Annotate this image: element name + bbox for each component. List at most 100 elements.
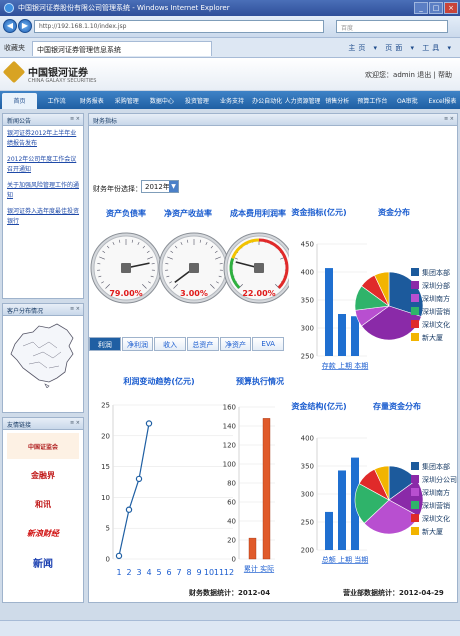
pie-legend-label: 深圳文化 (422, 320, 450, 329)
address-bar: ◀ ▶ http://192.168.1.10/index.jsp 百度 (0, 16, 460, 38)
pie-legend-swatch (411, 488, 419, 496)
nav-item[interactable]: 业务支持 (214, 91, 249, 109)
map-panel-title: 客户分布情况 (7, 308, 44, 315)
link-news[interactable]: 新闻 (7, 549, 79, 575)
ie-icon (4, 3, 14, 13)
link-hexun[interactable]: 和讯 (7, 491, 79, 517)
nav-item[interactable]: 数据中心 (144, 91, 179, 109)
budget-chart-tick-label: 0 (232, 556, 236, 564)
budget-bar (262, 418, 271, 560)
links-panel-title: 友情链接 (7, 422, 32, 429)
funds-chart-tick-label: 250 (301, 353, 314, 361)
news-item[interactable]: 银河证券入选年度最佳投资银行 (3, 204, 83, 230)
company-name: 中国银河证券 (28, 68, 88, 79)
funds-chart-tick-label: 300 (301, 491, 314, 499)
line-chart-tick-label: 25 (101, 402, 110, 410)
links-panel: 友情链接 ≡ × 中国证监会 金融界 和讯 新浪财经 新闻 (2, 417, 84, 603)
pie-legend-label: 集团本部 (422, 268, 450, 277)
main-nav: 首页 工作流 财务报表 采购管理 数据中心 投资管理 业务支持 办公自动化 人力… (0, 91, 460, 109)
minimize-icon[interactable]: _ (414, 2, 428, 14)
branch-stats-date: 营业部数据统计：2012-04-29 (343, 589, 444, 597)
left-sidebar: 新闻公告 ≡ × 银河证券2012年上半年业绩报告发布 2012年公司年度工作会… (2, 113, 84, 603)
search-input[interactable]: 百度 (336, 20, 448, 33)
status-bar (0, 620, 460, 636)
pie-legend-swatch (411, 333, 419, 341)
pie-legend-label: 集团本部 (422, 462, 450, 471)
maximize-icon[interactable]: □ (429, 2, 443, 14)
pie-legend-label: 新大厦 (422, 333, 443, 342)
panel-controls-icon[interactable]: ≡ × (70, 306, 80, 312)
funds-chart-x-label: 总额 上期 当期 (322, 555, 368, 564)
budget-chart-tick-label: 100 (223, 461, 236, 469)
browser-tab-tools[interactable]: 主页 ▾ 页面 ▾ 工具 ▾ (348, 43, 454, 53)
budget-chart-tick-label: 20 (227, 537, 236, 545)
pie-legend-label: 深圳南方 (422, 294, 450, 303)
nav-item[interactable]: 办公自动化 (250, 91, 285, 109)
pie-legend-swatch (411, 320, 419, 328)
window-title: 中国银河证券股份有限公司管理系统 - Windows Internet Expl… (18, 4, 230, 12)
pie-legend-label: 新大厦 (422, 527, 443, 536)
browser-tab[interactable]: 中国银河证券管理信息系统 (32, 41, 212, 56)
nav-item-home[interactable]: 首页 (2, 93, 38, 109)
pie-legend-swatch (411, 527, 419, 535)
nav-item[interactable]: OA审批 (390, 91, 425, 109)
nav-item[interactable]: 预算工作台 (355, 91, 390, 109)
line-chart-tick-label: 0 (106, 556, 110, 564)
site-header: 中国银河证券 CHINA GALAXY SECURITIES 欢迎您：admin… (0, 58, 460, 91)
link-sina[interactable]: 新浪财经 (7, 520, 79, 546)
link-csrc[interactable]: 中国证监会 (7, 433, 79, 459)
nav-item[interactable]: Excel报表 (425, 91, 460, 109)
back-arrow-icon[interactable]: ◀ (3, 19, 17, 33)
dashboard-panel: 财务指标 ≡ × 财务年份选择： 2012年 ▼ 资产负债率 净资产收益率 成本… (88, 113, 458, 603)
funds-chart-tick-label: 400 (301, 269, 314, 277)
nav-item[interactable]: 销售分析 (320, 91, 355, 109)
nav-item[interactable]: 人力资源管理 (285, 91, 320, 109)
url-input[interactable]: http://192.168.1.10/index.jsp (34, 20, 324, 33)
funds-chart-tick-label: 350 (301, 297, 314, 305)
pie-legend-swatch (411, 514, 419, 522)
line-chart-tick-label: 20 (101, 432, 110, 440)
link-jrj[interactable]: 金融界 (7, 462, 79, 488)
pie-legend-swatch (411, 462, 419, 470)
pie-legend-swatch (411, 294, 419, 302)
funds-bar (325, 511, 333, 550)
line-chart-x-tick: 1 (116, 568, 121, 577)
funds-bar (351, 316, 359, 356)
line-chart-x-tick: 10 (204, 568, 214, 577)
line-chart-x-tick: 12 (224, 568, 234, 577)
funds-chart-tick-label: 400 (301, 435, 314, 443)
line-chart-x-tick: 8 (186, 568, 191, 577)
nav-item[interactable]: 采购管理 (109, 91, 144, 109)
line-chart-tick-label: 15 (101, 463, 110, 471)
nav-item[interactable]: 投资管理 (179, 91, 214, 109)
line-chart-point (145, 420, 153, 427)
pie-legend-swatch (411, 307, 419, 315)
china-map[interactable] (9, 322, 77, 388)
line-chart-x-tick: 5 (156, 568, 161, 577)
funds-chart-tick-label: 450 (301, 241, 314, 249)
panel-controls-icon[interactable]: ≡ × (70, 116, 80, 122)
budget-chart-tick-label: 80 (227, 480, 236, 488)
favorites-star-icon[interactable]: 收藏夹 (4, 43, 25, 53)
news-item[interactable]: 银河证券2012年上半年业绩报告发布 (3, 126, 83, 152)
news-item[interactable]: 2012年公司年度工作会议召开通知 (3, 152, 83, 178)
charts-canvas: 05101520251 2 3 4 5 6 7 8 9 10 11 12020406080100120… (101, 241, 457, 578)
budget-bar (248, 537, 257, 560)
nav-item[interactable]: 财务报表 (74, 91, 109, 109)
finance-stats-date: 财务数据统计：2012-04 (189, 589, 271, 597)
panel-controls-icon[interactable]: ≡ × (70, 420, 80, 426)
pie-legend-swatch (411, 281, 419, 289)
close-icon[interactable]: × (444, 2, 458, 14)
news-panel: 新闻公告 ≡ × 银河证券2012年上半年业绩报告发布 2012年公司年度工作会… (2, 113, 84, 299)
line-chart-x-tick: 9 (196, 568, 201, 577)
forward-arrow-icon[interactable]: ▶ (18, 19, 32, 33)
line-chart-x-tick: 3 (136, 568, 141, 577)
funds-bar (338, 314, 346, 356)
pie-legend-swatch (411, 268, 419, 276)
news-item[interactable]: 关于加强风险管理工作的通知 (3, 178, 83, 204)
user-info[interactable]: 欢迎您：admin 退出 | 帮助 (365, 70, 452, 80)
line-chart-x-tick: 4 (146, 568, 151, 577)
budget-chart-tick-label: 120 (223, 442, 236, 450)
pie-legend-label: 深圳分公司 (422, 475, 457, 484)
nav-item[interactable]: 工作流 (39, 91, 74, 109)
